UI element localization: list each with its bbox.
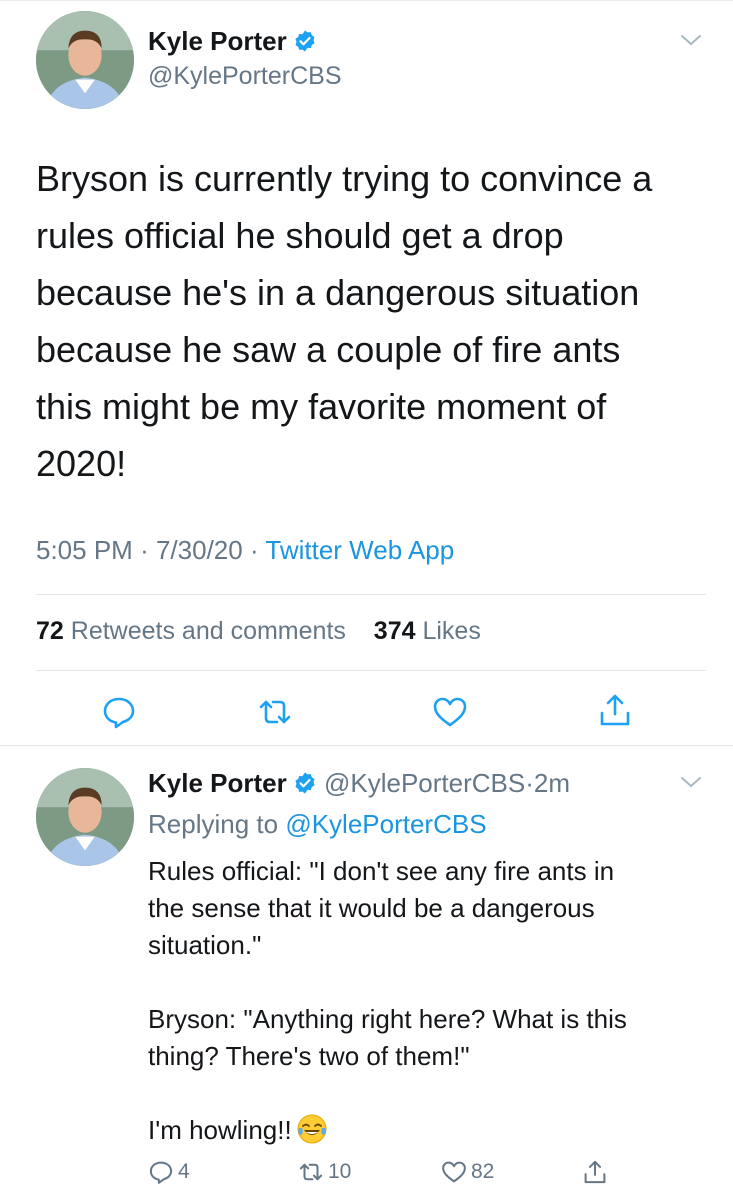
author-name[interactable]: Kyle Porter bbox=[148, 26, 317, 57]
avatar[interactable] bbox=[36, 768, 134, 866]
meta-dot: · bbox=[249, 535, 259, 565]
likes-stat[interactable]: 374 Likes bbox=[374, 617, 481, 645]
replying-to-mention[interactable]: @KylePorterCBS bbox=[285, 809, 486, 839]
retweet-count: 10 bbox=[328, 1160, 352, 1183]
avatar-photo bbox=[36, 768, 134, 866]
like-icon bbox=[442, 1161, 466, 1183]
verified-badge-icon bbox=[293, 29, 317, 53]
share-icon bbox=[584, 1160, 606, 1184]
reply-text-body: Rules official: "I don't see any fire an… bbox=[148, 856, 627, 1145]
likes-label: Likes bbox=[422, 617, 481, 645]
retweets-label: Retweets and comments bbox=[70, 617, 346, 645]
share-button[interactable] bbox=[582, 1157, 612, 1187]
author-name-text: Kyle Porter bbox=[148, 26, 287, 56]
face-with-tears-of-joy-icon bbox=[296, 1113, 328, 1145]
tweet-text: Rules official: "I don't see any fire an… bbox=[148, 853, 708, 1149]
chevron-down-icon[interactable] bbox=[680, 775, 702, 789]
replying-to-label: Replying to bbox=[148, 809, 279, 839]
reply-icon[interactable] bbox=[101, 694, 137, 730]
share-icon[interactable] bbox=[597, 692, 633, 728]
retweet-button[interactable]: 10 bbox=[298, 1157, 351, 1187]
author-name[interactable]: Kyle Porter bbox=[148, 768, 287, 798]
reply-icon bbox=[149, 1161, 173, 1184]
top-border bbox=[0, 0, 733, 1]
tweet-text: Bryson is currently trying to convince a… bbox=[36, 158, 653, 484]
like-count: 82 bbox=[471, 1160, 495, 1183]
divider bbox=[36, 594, 706, 595]
replying-to: Replying to @KylePorterCBS bbox=[148, 809, 487, 840]
divider bbox=[0, 745, 733, 746]
avatar[interactable] bbox=[36, 11, 134, 109]
meta-dot: · bbox=[525, 768, 534, 798]
tweet-stats: 72 Retweets and comments 374 Likes bbox=[36, 617, 481, 646]
avatar-photo bbox=[36, 11, 134, 109]
retweet-icon bbox=[299, 1163, 323, 1181]
tweet-source-link[interactable]: Twitter Web App bbox=[265, 535, 454, 565]
author-handle[interactable]: @KylePorterCBS bbox=[324, 768, 525, 798]
reply-count: 4 bbox=[178, 1160, 190, 1183]
time-ago[interactable]: 2m bbox=[534, 768, 570, 798]
retweets-stat[interactable]: 72 Retweets and comments bbox=[36, 617, 346, 645]
reply-header: Kyle Porter @KylePorterCBS·2m bbox=[148, 768, 570, 799]
chevron-down-icon[interactable] bbox=[680, 33, 702, 47]
tweet-timestamp: 5:05 PM · 7/30/20 · Twitter Web App bbox=[36, 535, 454, 566]
meta-dot: · bbox=[140, 535, 149, 565]
likes-count: 374 bbox=[373, 617, 416, 645]
author-handle[interactable]: @KylePorterCBS bbox=[148, 62, 342, 91]
verified-badge-icon bbox=[293, 771, 317, 795]
like-icon[interactable] bbox=[432, 694, 468, 730]
like-button[interactable]: 82 bbox=[441, 1157, 494, 1187]
retweets-count: 72 bbox=[36, 617, 64, 645]
retweet-icon[interactable] bbox=[257, 694, 293, 730]
divider bbox=[36, 670, 706, 671]
tweet-date[interactable]: 7/30/20 bbox=[156, 535, 243, 565]
tweet-time[interactable]: 5:05 PM bbox=[36, 535, 133, 565]
reply-button[interactable]: 4 bbox=[148, 1157, 190, 1187]
